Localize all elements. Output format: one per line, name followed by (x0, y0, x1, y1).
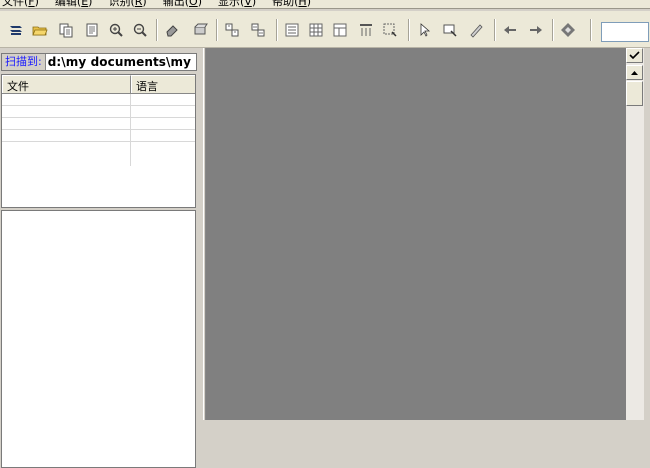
pointer-icon[interactable] (414, 20, 434, 40)
zoom-in-icon[interactable] (106, 20, 126, 40)
arrow-left-icon[interactable] (500, 20, 520, 40)
text-block-icon[interactable] (282, 20, 302, 40)
menubar: 文件(F) 编辑(E) 识别(R) 输出(O) 显示(V) 帮助(H) (0, 0, 650, 8)
eraser-icon[interactable] (162, 20, 182, 40)
menubar-divider (0, 8, 650, 9)
toolbar-combo-input[interactable] (601, 22, 649, 42)
menu-output[interactable]: 输出(O) (161, 0, 208, 8)
table-row[interactable] (2, 106, 195, 118)
image-canvas[interactable] (206, 48, 626, 420)
scan-to-row: 扫描到: d:\my documents\my h (1, 53, 197, 71)
toolbar-separator (494, 19, 495, 41)
column-icon[interactable] (356, 20, 376, 40)
menu-edit[interactable]: 编辑(E) (53, 0, 99, 8)
left-pane: 扫描到: d:\my documents\my h 文件 语言 (0, 48, 203, 468)
scroll-up-arrow-icon[interactable] (626, 65, 643, 80)
file-list-header: 文件 语言 (2, 75, 195, 94)
toolbar-separator (156, 19, 157, 41)
pen-icon[interactable] (466, 20, 486, 40)
scan-to-button[interactable]: 扫描到: (2, 54, 46, 70)
page-thumbnail-panel[interactable] (1, 210, 196, 468)
region-edit-icon[interactable] (440, 20, 460, 40)
toolbar (0, 11, 650, 48)
window-edge (644, 48, 650, 420)
rotate-icon[interactable] (190, 20, 210, 40)
zoom-out-icon[interactable] (130, 20, 150, 40)
scrollbar-thumb[interactable] (626, 81, 643, 106)
column-header-language[interactable]: 语言 (131, 75, 195, 93)
column-header-file[interactable]: 文件 (2, 75, 131, 93)
paste-page-icon[interactable] (82, 20, 102, 40)
file-list-table[interactable]: 文件 语言 (1, 74, 196, 208)
menu-help[interactable]: 帮助(H) (270, 0, 317, 8)
table-block-icon[interactable] (306, 20, 326, 40)
menu-view[interactable]: 显示(V) (216, 0, 262, 8)
copy-page-icon[interactable] (56, 20, 76, 40)
open-folder-icon[interactable] (30, 20, 50, 40)
image-block-icon[interactable] (330, 20, 350, 40)
scan-icon[interactable] (6, 20, 26, 40)
table-row[interactable] (2, 94, 195, 106)
toolbar-separator (276, 19, 277, 41)
table-row[interactable] (2, 118, 195, 130)
toolbar-separator (590, 19, 591, 41)
toolbar-separator (216, 19, 217, 41)
layout2-icon[interactable] (248, 20, 268, 40)
table-row[interactable] (2, 130, 195, 142)
menu-recognize[interactable]: 识别(R) (106, 0, 152, 8)
arrow-right-icon[interactable] (526, 20, 546, 40)
vertical-scrollbar[interactable] (626, 48, 644, 420)
layout-icon[interactable] (222, 20, 242, 40)
recognize-icon[interactable] (558, 20, 578, 40)
table-row[interactable] (2, 142, 195, 166)
scan-path-field[interactable]: d:\my documents\my h (46, 55, 196, 69)
checkmark-icon[interactable] (626, 48, 643, 63)
menu-file[interactable]: 文件(F) (0, 0, 45, 8)
select-region-icon[interactable] (380, 20, 400, 40)
toolbar-separator (408, 19, 409, 41)
toolbar-separator (552, 19, 553, 41)
